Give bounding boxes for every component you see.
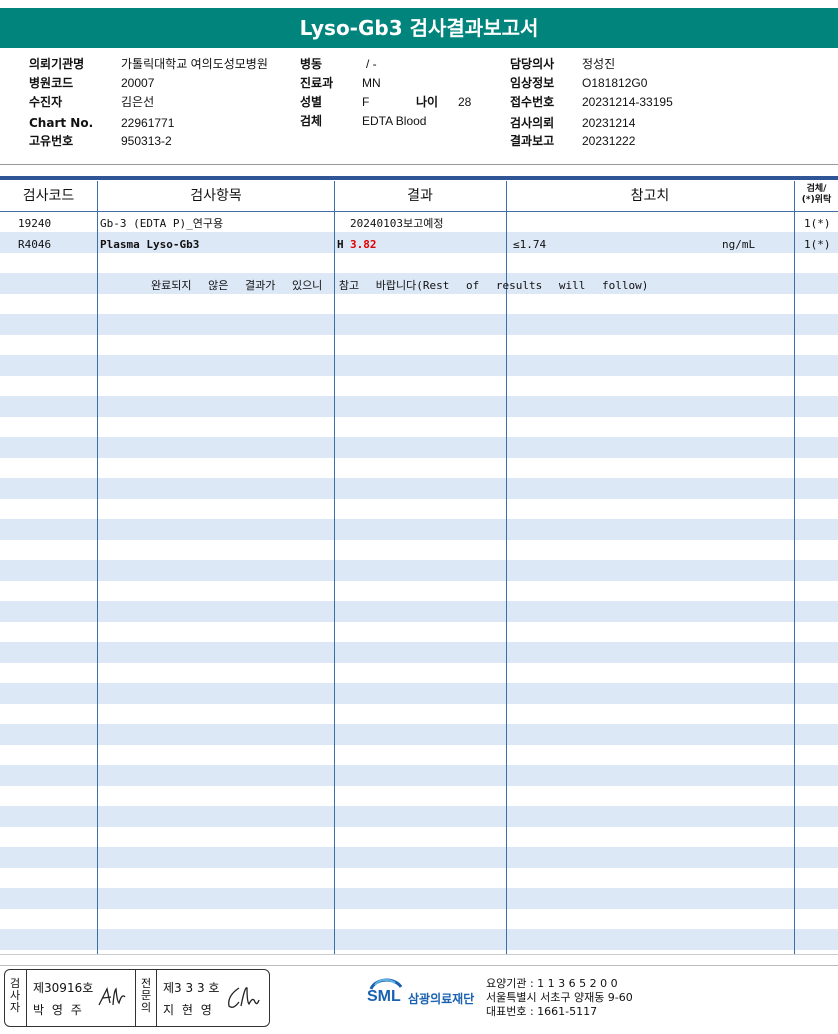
tester-license: 제30916호 — [33, 981, 94, 995]
value-age: 28 — [458, 95, 472, 109]
header-info: 의뢰기관명 가톨릭대학교 여의도성모병원 병원코드 20007 수진자 김은선 … — [0, 55, 838, 155]
report-title: Lyso-Gb3 검사결과보고서 — [0, 8, 838, 48]
address: 서울특별시 서초구 양재동 9-60 — [486, 991, 633, 1004]
value-specimen: EDTA Blood — [362, 114, 427, 128]
value-receipt-no: 20231214-33195 — [582, 95, 673, 109]
header-item: 검사항목 — [190, 188, 242, 204]
row-result: 20240103보고예정 — [350, 217, 444, 230]
row-specimen: 1(*) — [804, 217, 831, 230]
signature-divider — [26, 970, 27, 1026]
row-reference: ≤1.74 — [513, 238, 547, 251]
label-age: 나이 — [416, 95, 439, 109]
specialist-label: 전문의 — [140, 977, 152, 1014]
signature-divider — [156, 970, 157, 1026]
value-sex: F — [362, 95, 370, 109]
header-specimen-line2: (*)위탁 — [801, 195, 832, 205]
value-hospital-code: 20007 — [121, 76, 155, 90]
header-specimen-line1: 검체/ — [806, 184, 827, 194]
row-result: 3.82 — [350, 238, 377, 251]
tester-label: 검사자 — [9, 977, 21, 1014]
col-divider — [794, 181, 795, 954]
value-department: MN — [362, 76, 381, 90]
row-unit: ng/mL — [722, 238, 756, 251]
row-item: Gb-3 (EDTA P)_연구용 — [100, 217, 224, 230]
col-divider — [334, 181, 335, 954]
label-unique-no: 고유번호 — [29, 134, 74, 148]
value-clinical-info: O181812G0 — [582, 76, 648, 90]
tester-signature — [98, 987, 126, 1006]
header-specimen: 검체/ (*)위탁 — [795, 184, 838, 214]
signature-divider — [135, 970, 136, 1026]
value-institution: 가톨릭대학교 여의도성모병원 — [121, 57, 268, 71]
row-flag: H — [337, 238, 344, 251]
table-top-rule — [0, 176, 838, 180]
row-code: R4046 — [18, 238, 52, 251]
label-clinical-info: 임상정보 — [510, 76, 555, 90]
label-specimen: 검체 — [300, 114, 323, 128]
organization-name: 삼광의료재단 — [408, 992, 475, 1006]
header-reference: 참고치 — [630, 188, 670, 204]
row-specimen: 1(*) — [804, 238, 831, 251]
label-ward: 병동 — [300, 57, 323, 71]
tester-name: 박 영 주 — [33, 1003, 84, 1017]
label-receipt-no: 접수번호 — [510, 95, 555, 109]
value-chart-no: 22961771 — [121, 116, 175, 130]
value-report-date: 20231222 — [582, 134, 636, 148]
label-hospital-code: 병원코드 — [29, 76, 74, 90]
value-ward: / - — [366, 57, 377, 71]
header-result: 결과 — [407, 188, 433, 204]
table-header: 검사코드 검사항목 결과 참고치 검체/ (*)위탁 — [0, 181, 838, 211]
label-institution: 의뢰기관명 — [29, 57, 85, 71]
institution-code: 요양기관 : 1 1 3 6 5 2 0 0 — [486, 977, 618, 990]
value-doctor: 정성진 — [582, 57, 616, 71]
phone-number: 대표번호 : 1661-5117 — [486, 1005, 598, 1018]
label-chart-no: Chart No. — [29, 116, 94, 130]
table-bottom-line — [0, 954, 838, 955]
sml-logo-text: SML — [367, 988, 401, 1005]
footer-divider — [0, 965, 838, 966]
specialist-license: 제3 3 3 호 — [163, 981, 220, 995]
specialist-signature — [228, 987, 260, 1008]
results-table — [0, 212, 838, 954]
signature-box: 검사자 제30916호 박 영 주 전문의 제3 3 3 호 지 현 영 — [4, 969, 270, 1027]
label-request-date: 검사의뢰 — [510, 116, 555, 130]
label-report-date: 결과보고 — [510, 134, 555, 148]
footer-info: 요양기관 : 1 1 3 6 5 2 0 0 서울특별시 서초구 양재동 9-6… — [486, 977, 633, 1019]
label-doctor: 담당의사 — [510, 57, 555, 71]
value-unique-no: 950313-2 — [121, 134, 172, 148]
label-sex: 성별 — [300, 95, 323, 109]
row-code: 19240 — [18, 217, 52, 230]
pending-results-note: 완료되지 않은 결과가 있으니 참고 바랍니다(Rest of results … — [151, 279, 649, 292]
divider — [0, 164, 838, 165]
col-divider — [506, 181, 507, 954]
row-item: Plasma Lyso-Gb3 — [100, 238, 200, 251]
value-patient: 김은선 — [121, 95, 155, 109]
header-code: 검사코드 — [22, 188, 75, 204]
label-department: 진료과 — [300, 76, 334, 90]
specialist-name: 지 현 영 — [163, 1003, 214, 1017]
label-patient: 수진자 — [29, 95, 63, 109]
value-request-date: 20231214 — [582, 116, 636, 130]
col-divider — [97, 181, 98, 954]
